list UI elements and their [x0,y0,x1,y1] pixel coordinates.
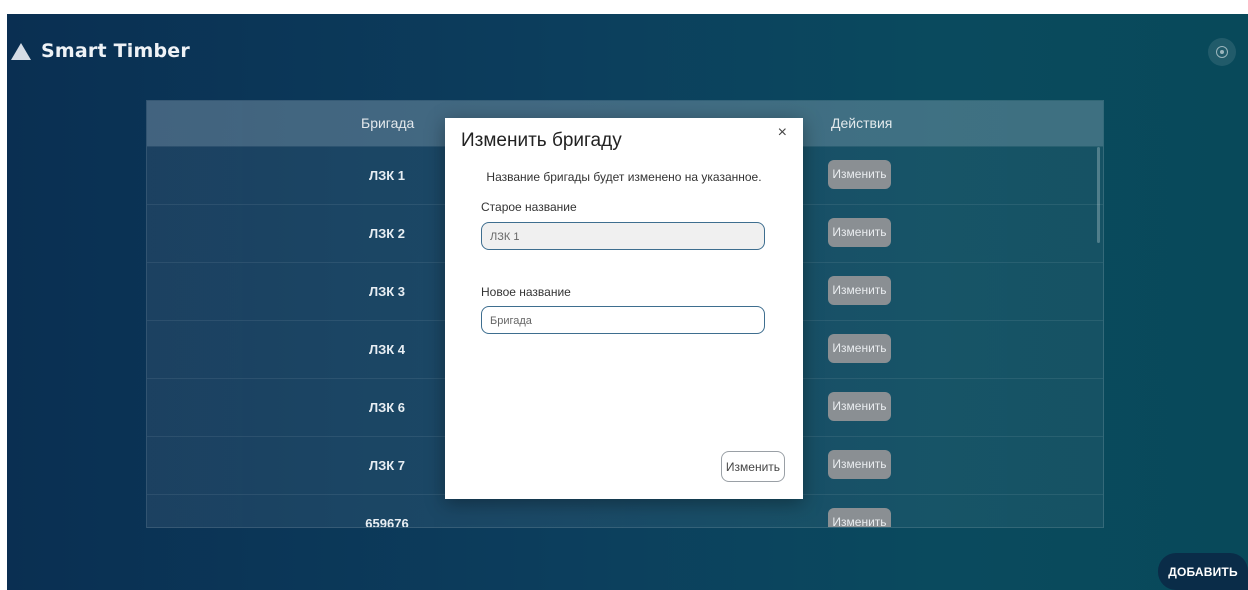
add-brigade-button[interactable]: ДОБАВИТЬ [1158,553,1248,590]
new-name-input[interactable]: Бригада [481,306,765,334]
table-row: 659676 Изменить [147,494,1103,528]
table-scrollbar[interactable] [1097,147,1100,243]
edit-button[interactable]: Изменить [828,160,891,189]
column-header-brigade[interactable]: Бригада [361,101,414,146]
app-logo[interactable]: Smart Timber [11,40,190,62]
settings-icon [1216,46,1228,58]
edit-button[interactable]: Изменить [828,450,891,479]
brigade-name: ЛЗК 3 [368,284,406,299]
edit-button[interactable]: Изменить [828,218,891,247]
app-title: Smart Timber [41,40,190,62]
edit-button[interactable]: Изменить [828,508,891,527]
brigade-name: ЛЗК 7 [368,458,406,473]
dialog-description: Название бригады будет изменено на указа… [486,170,762,184]
brigade-name: 659676 [365,516,409,528]
edit-brigade-dialog: Изменить бригаду × Название бригады буде… [445,118,803,499]
close-icon[interactable]: × [778,124,787,142]
edit-button[interactable]: Изменить [828,392,891,421]
brigade-name: ЛЗК 6 [368,400,406,415]
dialog-title: Изменить бригаду [461,130,622,151]
edit-button[interactable]: Изменить [828,276,891,305]
brigade-name: ЛЗК 2 [368,226,406,241]
old-name-field: ЛЗК 1 [481,222,765,250]
edit-button[interactable]: Изменить [828,334,891,363]
brigade-name: ЛЗК 4 [368,342,406,357]
new-name-label: Новое название [481,285,571,299]
old-name-label: Старое название [481,200,577,214]
column-header-actions: Действия [831,115,893,131]
settings-button[interactable] [1208,38,1236,66]
triangle-logo-icon [11,42,31,60]
brigade-name: ЛЗК 1 [368,168,406,183]
submit-button[interactable]: Изменить [721,451,785,482]
